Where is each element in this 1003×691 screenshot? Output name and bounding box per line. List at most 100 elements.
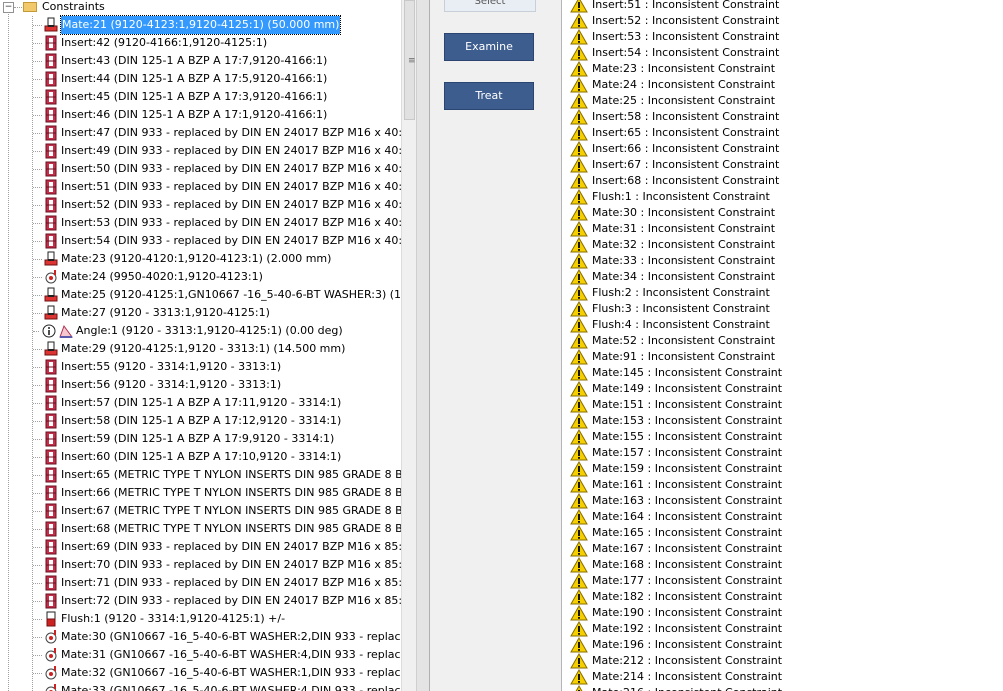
warning-icon <box>570 588 588 605</box>
tree-item[interactable]: Insert:69 (DIN 933 - replaced by DIN EN … <box>0 538 401 556</box>
result-item-label: Insert:67 : Inconsistent Constraint <box>592 158 780 171</box>
tree-item[interactable]: Mate:23 (9120-4120:1,9120-4123:1) (2.000… <box>0 250 400 268</box>
tree-item-label: Insert:45 (DIN 125-1 A BZP A 17:3,9120-4… <box>61 90 328 103</box>
tree-item[interactable]: Insert:65 (METRIC TYPE T NYLON INSERTS D… <box>0 466 401 484</box>
tree-item[interactable]: Insert:56 (9120 - 3314:1,9120 - 3313:1) <box>0 376 400 394</box>
examine-button[interactable]: Examine <box>444 33 534 61</box>
scrollbar-thumb[interactable]: ≡ <box>404 0 416 120</box>
tree-item[interactable]: Insert:47 (DIN 933 - replaced by DIN EN … <box>0 124 401 142</box>
info-icon <box>42 324 58 340</box>
warning-icon <box>570 620 588 637</box>
result-item-label: Flush:4 : Inconsistent Constraint <box>592 318 770 331</box>
tree-root-label: Constraints <box>42 0 105 13</box>
tree-item[interactable]: Insert:43 (DIN 125-1 A BZP A 17:7,9120-4… <box>0 52 400 70</box>
tree-connector-line <box>33 151 42 152</box>
select-button[interactable]: Select <box>444 0 536 12</box>
folder-icon <box>23 2 37 12</box>
insert-icon <box>43 377 59 393</box>
tree-item-label: Mate:29 (9120-4125:1,9120 - 3313:1) (14.… <box>61 342 346 355</box>
insert-icon <box>43 197 59 213</box>
warning-icon <box>570 204 588 221</box>
tree-item[interactable]: Mate:25 (9120-4125:1,GN10667 -16_5-40-6-… <box>0 286 401 304</box>
tree-connector-line <box>33 493 42 494</box>
tree-vertical-scrollbar[interactable]: ≡ <box>401 0 416 691</box>
result-item-label: Flush:1 : Inconsistent Constraint <box>592 190 770 203</box>
insert-icon <box>43 125 59 141</box>
tree-item[interactable]: Insert:50 (DIN 933 - replaced by DIN EN … <box>0 160 401 178</box>
result-item-label: Insert:68 : Inconsistent Constraint <box>592 174 780 187</box>
tree-item[interactable]: Mate:31 (GN10667 -16_5-40-6-BT WASHER:4,… <box>0 646 401 664</box>
tree-item[interactable]: Insert:57 (DIN 125-1 A BZP A 17:11,9120 … <box>0 394 400 412</box>
tree-connector-line <box>33 205 42 206</box>
tree-item[interactable]: Insert:72 (DIN 933 - replaced by DIN EN … <box>0 592 401 610</box>
tree-item[interactable]: Mate:24 (9950-4020:1,9120-4123:1) <box>0 268 400 286</box>
result-item-label: Insert:66 : Inconsistent Constraint <box>592 142 780 155</box>
results-list[interactable]: Insert:51 : Inconsistent Constraint Inser… <box>562 0 1003 691</box>
warning-icon <box>570 492 588 509</box>
tree-connector-line <box>33 187 42 188</box>
treat-button[interactable]: Treat <box>444 82 534 110</box>
tree-root-constraints[interactable]: − Constraints <box>0 0 400 16</box>
tree-connector-line <box>33 277 42 278</box>
warning-icon <box>570 108 588 125</box>
tree-item-label: Mate:31 (GN10667 -16_5-40-6-BT WASHER:4,… <box>61 648 401 661</box>
warning-icon <box>570 44 588 61</box>
collapse-toggle-icon[interactable]: − <box>3 2 14 13</box>
result-item-label: Mate:25 : Inconsistent Constraint <box>592 94 776 107</box>
tree-connector-line <box>33 295 42 296</box>
warning-icon <box>570 92 588 109</box>
tree-connector-line <box>33 259 42 260</box>
tree-item[interactable]: Insert:67 (METRIC TYPE T NYLON INSERTS D… <box>0 502 401 520</box>
tree-item[interactable]: Mate:27 (9120 - 3313:1,9120-4125:1) <box>0 304 400 322</box>
tree-item[interactable]: Insert:59 (DIN 125-1 A BZP A 17:9,9120 -… <box>0 430 400 448</box>
tree-item[interactable]: Mate:32 (GN10667 -16_5-40-6-BT WASHER:1,… <box>0 664 401 682</box>
tree-item[interactable]: Insert:54 (DIN 933 - replaced by DIN EN … <box>0 232 401 250</box>
tree-item[interactable]: Mate:33 (GN10667 -16_5-40-6-BT WASHER:4,… <box>0 682 401 691</box>
warning-icon <box>570 428 588 445</box>
tree-item[interactable]: Angle:1 (9120 - 3313:1,9120-4125:1) (0.0… <box>0 322 400 340</box>
warning-icon <box>570 668 588 685</box>
tree-item[interactable]: Insert:60 (DIN 125-1 A BZP A 17:10,9120 … <box>0 448 400 466</box>
tree-item[interactable]: Insert:71 (DIN 933 - replaced by DIN EN … <box>0 574 401 592</box>
constraints-tree[interactable]: − Constraints Mate:21 (9120-4123:1,9120-… <box>0 0 401 691</box>
tree-connector-line <box>33 439 42 440</box>
insert-icon <box>43 539 59 555</box>
tree-item[interactable]: Insert:55 (9120 - 3314:1,9120 - 3313:1) <box>0 358 400 376</box>
insert-icon <box>43 179 59 195</box>
tree-item[interactable]: Insert:42 (9120-4166:1,9120-4125:1) <box>0 34 400 52</box>
tree-item[interactable]: Mate:30 (GN10667 -16_5-40-6-BT WASHER:2,… <box>0 628 401 646</box>
insert-icon <box>43 413 59 429</box>
result-item-label: Mate:151 : Inconsistent Constraint <box>592 398 783 411</box>
tree-item[interactable]: Insert:66 (METRIC TYPE T NYLON INSERTS D… <box>0 484 401 502</box>
tree-item-label: Insert:56 (9120 - 3314:1,9120 - 3313:1) <box>61 378 282 391</box>
warning-icon <box>570 0 588 13</box>
tree-item[interactable]: Insert:53 (DIN 933 - replaced by DIN EN … <box>0 214 401 232</box>
tree-item[interactable]: Flush:1 (9120 - 3314:1,9120-4125:1) +/- <box>0 610 400 628</box>
tree-item[interactable]: Insert:68 (METRIC TYPE T NYLON INSERTS D… <box>0 520 401 538</box>
tree-item[interactable]: Insert:58 (DIN 125-1 A BZP A 17:12,9120 … <box>0 412 400 430</box>
tree-item[interactable]: Insert:51 (DIN 933 - replaced by DIN EN … <box>0 178 401 196</box>
mate-icon <box>43 305 59 321</box>
tree-item[interactable]: Insert:45 (DIN 125-1 A BZP A 17:3,9120-4… <box>0 88 400 106</box>
result-item-label: Mate:190 : Inconsistent Constraint <box>592 606 783 619</box>
tree-item[interactable]: Insert:70 (DIN 933 - replaced by DIN EN … <box>0 556 401 574</box>
panel-splitter[interactable] <box>416 0 430 691</box>
tree-item[interactable]: Insert:44 (DIN 125-1 A BZP A 17:5,9120-4… <box>0 70 400 88</box>
tree-item[interactable]: Mate:21 (9120-4123:1,9120-4125:1) (50.00… <box>0 15 400 35</box>
tree-item[interactable]: Insert:46 (DIN 125-1 A BZP A 17:1,9120-4… <box>0 106 400 124</box>
insert-icon <box>43 557 59 573</box>
warning-icon <box>570 140 588 157</box>
tree-connector-line <box>33 547 42 548</box>
result-item-label: Mate:182 : Inconsistent Constraint <box>592 590 783 603</box>
tree-item[interactable]: Mate:29 (9120-4125:1,9120 - 3313:1) (14.… <box>0 340 400 358</box>
tree-item-label: Insert:43 (DIN 125-1 A BZP A 17:7,9120-4… <box>61 54 328 67</box>
mate-circle-icon <box>43 647 59 663</box>
tree-item[interactable]: Insert:52 (DIN 933 - replaced by DIN EN … <box>0 196 401 214</box>
tree-item-label: Mate:25 (9120-4125:1,GN10667 -16_5-40-6-… <box>61 288 401 301</box>
result-item-label: Mate:91 : Inconsistent Constraint <box>592 350 776 363</box>
insert-icon <box>43 485 59 501</box>
tree-item[interactable]: Insert:49 (DIN 933 - replaced by DIN EN … <box>0 142 401 160</box>
result-item-label: Mate:177 : Inconsistent Constraint <box>592 574 783 587</box>
tree-connector-line <box>33 241 42 242</box>
insert-icon <box>43 215 59 231</box>
